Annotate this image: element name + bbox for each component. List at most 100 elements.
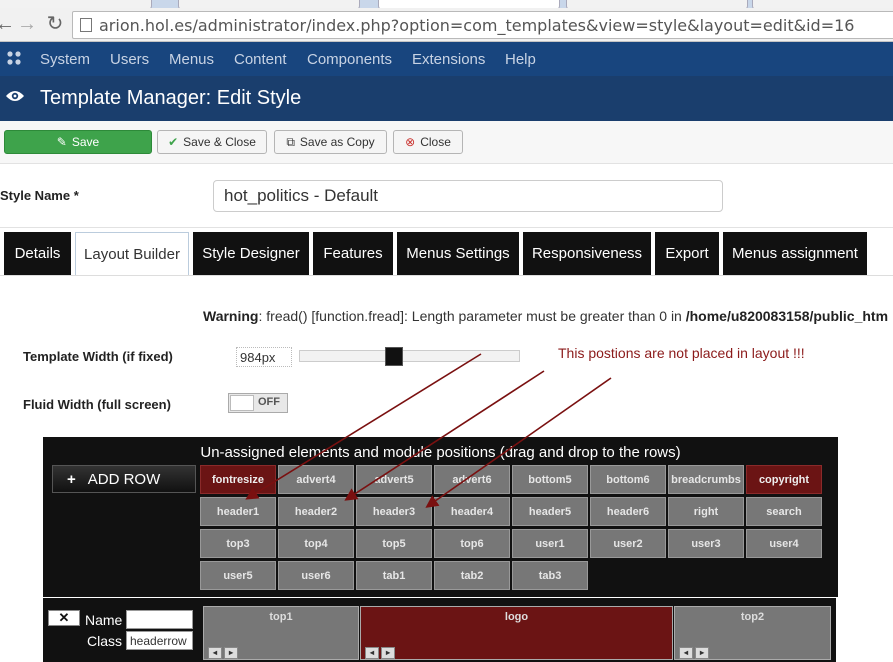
position-header2[interactable]: header2 <box>278 497 354 526</box>
save-button[interactable]: ✎ Save <box>4 130 152 154</box>
expand-column-button[interactable]: ▸ <box>381 647 395 659</box>
save-close-button[interactable]: ✔ Save & Close <box>157 130 267 154</box>
save-button-label: Save <box>71 135 100 149</box>
template-width-slider[interactable] <box>299 350 520 362</box>
tab-export[interactable]: Export <box>655 232 719 275</box>
template-width-label: Template Width (if fixed) <box>23 349 173 364</box>
close-button[interactable]: ⊗ Close <box>393 130 463 154</box>
joomla-logo-icon[interactable] <box>6 50 22 66</box>
save-as-copy-button[interactable]: ⧉ Save as Copy <box>274 130 387 154</box>
save-close-label: Save & Close <box>183 135 256 149</box>
position-header4[interactable]: header4 <box>434 497 510 526</box>
menu-components[interactable]: Components <box>307 51 392 68</box>
shrink-column-button[interactable]: ◂ <box>208 647 222 659</box>
position-top4[interactable]: top4 <box>278 529 354 558</box>
menu-menus[interactable]: Menus <box>169 51 214 68</box>
row-name-label: Name <box>85 612 123 628</box>
tab-layout-builder[interactable]: Layout Builder <box>75 232 189 275</box>
menu-extensions[interactable]: Extensions <box>412 51 485 68</box>
position-advert5[interactable]: advert5 <box>356 465 432 494</box>
position-user2[interactable]: user2 <box>590 529 666 558</box>
position-header5[interactable]: header5 <box>512 497 588 526</box>
expand-column-button[interactable]: ▸ <box>695 647 709 659</box>
tab-menus-assignment[interactable]: Menus assignment <box>723 232 867 275</box>
position-tab1[interactable]: tab1 <box>356 561 432 590</box>
menu-content[interactable]: Content <box>234 51 287 68</box>
row-class-input[interactable] <box>126 631 193 650</box>
reload-icon[interactable]: ↻ <box>44 12 66 36</box>
add-row-label: ADD ROW <box>87 470 161 488</box>
menu-help[interactable]: Help <box>505 51 536 68</box>
column-logo[interactable]: logo ◂ ▸ <box>360 606 673 660</box>
position-breadcrumbs[interactable]: breadcrumbs <box>668 465 744 494</box>
position-header6[interactable]: header6 <box>590 497 666 526</box>
save-as-copy-label: Save as Copy <box>299 135 375 149</box>
column-top2[interactable]: top2 ◂ ▸ <box>674 606 831 660</box>
address-bar[interactable]: arion.hol.es/administrator/index.php?opt… <box>72 11 893 39</box>
copy-icon: ⧉ <box>286 135 295 149</box>
row-class-label: Class <box>87 633 123 649</box>
position-bottom5[interactable]: bottom5 <box>512 465 588 494</box>
position-advert4[interactable]: advert4 <box>278 465 354 494</box>
browser-tab[interactable] <box>178 0 360 8</box>
tab-responsiveness[interactable]: Responsiveness <box>523 232 651 275</box>
unassigned-positions-panel: Un-assigned elements and module position… <box>43 437 838 597</box>
position-advert6[interactable]: advert6 <box>434 465 510 494</box>
position-header1[interactable]: header1 <box>200 497 276 526</box>
warning-message: : fread() [function.fread]: Length param… <box>258 308 686 324</box>
browser-tab[interactable] <box>566 0 748 8</box>
warning-prefix: Warning <box>203 308 259 324</box>
style-name-input[interactable] <box>213 180 723 212</box>
menu-users[interactable]: Users <box>110 51 149 68</box>
tab-details[interactable]: Details <box>4 232 71 275</box>
position-copyright[interactable]: copyright <box>746 465 822 494</box>
style-name-label: Style Name * <box>0 188 79 203</box>
browser-tab-strip <box>0 0 893 8</box>
position-tab2[interactable]: tab2 <box>434 561 510 590</box>
position-header3[interactable]: header3 <box>356 497 432 526</box>
position-user4[interactable]: user4 <box>746 529 822 558</box>
check-icon: ✔ <box>168 135 179 149</box>
position-user3[interactable]: user3 <box>668 529 744 558</box>
position-user5[interactable]: user5 <box>200 561 276 590</box>
position-fontresize[interactable]: fontresize <box>200 465 276 494</box>
add-row-button[interactable]: + ADD ROW <box>52 465 196 493</box>
template-width-value: 984px <box>236 347 292 367</box>
tab-features[interactable]: Features <box>313 232 393 275</box>
remove-row-button[interactable]: ✕ <box>48 610 80 626</box>
browser-tab-active[interactable] <box>378 0 560 8</box>
position-right[interactable]: right <box>668 497 744 526</box>
column-title: top2 <box>740 611 765 623</box>
forward-icon[interactable]: → <box>16 12 38 36</box>
column-top1[interactable]: top1 ◂ ▸ <box>203 606 359 660</box>
unassigned-title: Un-assigned elements and module position… <box>200 444 681 461</box>
position-bottom6[interactable]: bottom6 <box>590 465 666 494</box>
browser-tab[interactable] <box>752 0 893 8</box>
position-top3[interactable]: top3 <box>200 529 276 558</box>
tab-style-designer[interactable]: Style Designer <box>193 232 309 275</box>
position-user6[interactable]: user6 <box>278 561 354 590</box>
back-icon[interactable]: ← <box>0 12 16 36</box>
position-search[interactable]: search <box>746 497 822 526</box>
fluid-width-toggle[interactable]: OFF <box>228 393 288 413</box>
browser-tab[interactable] <box>0 0 152 8</box>
position-top5[interactable]: top5 <box>356 529 432 558</box>
slider-handle[interactable] <box>384 347 403 366</box>
url-text: arion.hol.es/administrator/index.php?opt… <box>99 16 855 35</box>
shrink-column-button[interactable]: ◂ <box>365 647 379 659</box>
expand-column-button[interactable]: ▸ <box>224 647 238 659</box>
tab-menus-settings[interactable]: Menus Settings <box>397 232 519 275</box>
warning-path: /home/u820083158/public_htm <box>685 308 889 324</box>
shrink-column-button[interactable]: ◂ <box>679 647 693 659</box>
edit-icon: ✎ <box>56 135 67 149</box>
toggle-state: OFF <box>258 396 280 408</box>
position-top6[interactable]: top6 <box>434 529 510 558</box>
annotation-text: This postions are not placed in layout !… <box>558 345 805 361</box>
row-name-input[interactable] <box>126 610 193 629</box>
column-title: logo <box>504 611 529 623</box>
position-user1[interactable]: user1 <box>512 529 588 558</box>
menu-system[interactable]: System <box>40 51 90 68</box>
position-tab3[interactable]: tab3 <box>512 561 588 590</box>
page-title: Template Manager: Edit Style <box>40 87 302 109</box>
cancel-icon: ⊗ <box>405 135 416 149</box>
